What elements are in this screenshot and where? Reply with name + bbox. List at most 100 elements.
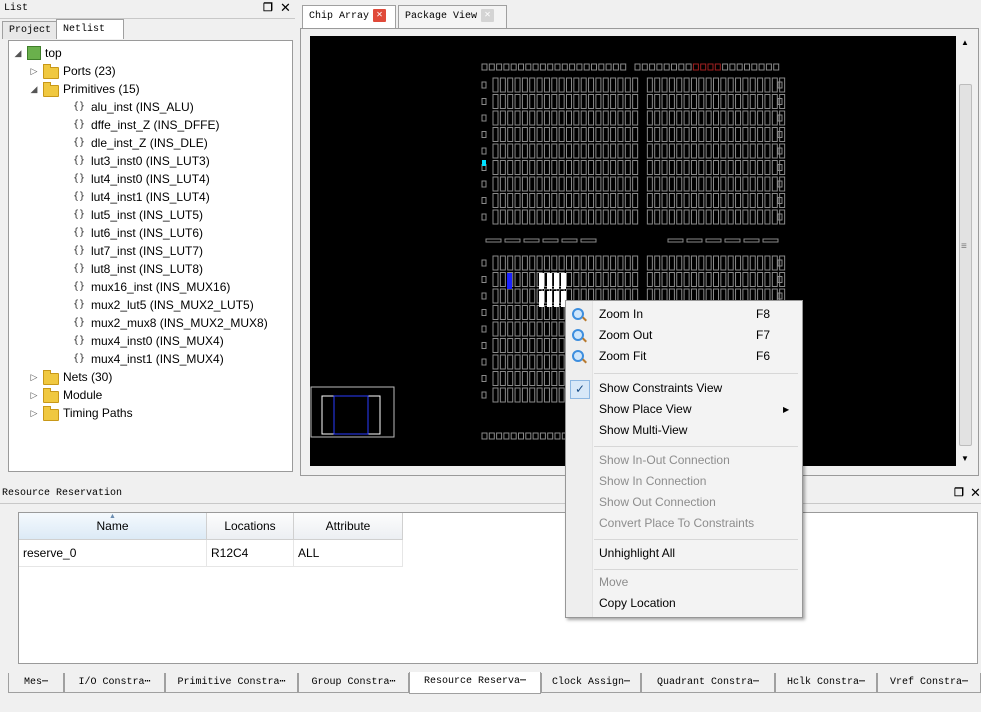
logic-cell[interactable] <box>507 387 514 403</box>
logic-cell[interactable] <box>543 255 550 271</box>
logic-cell[interactable] <box>551 110 558 126</box>
logic-cell[interactable] <box>566 77 572 93</box>
logic-cell[interactable] <box>507 77 514 93</box>
logic-cell[interactable] <box>683 94 690 109</box>
logic-cell[interactable] <box>698 209 705 225</box>
io-cell[interactable] <box>481 81 487 89</box>
logic-cell[interactable] <box>676 143 683 159</box>
overview-navigator[interactable] <box>310 386 395 438</box>
logic-cell[interactable] <box>602 160 609 175</box>
logic-cell[interactable] <box>529 354 536 370</box>
logic-cell[interactable] <box>588 127 595 142</box>
logic-cell[interactable] <box>573 94 580 109</box>
selected-cell[interactable] <box>539 273 544 289</box>
logic-cell[interactable] <box>661 209 668 225</box>
logic-cell[interactable] <box>499 371 506 386</box>
logic-cell[interactable] <box>705 272 712 287</box>
logic-cell[interactable] <box>661 94 668 109</box>
logic-cell[interactable] <box>749 193 756 208</box>
logic-cell[interactable] <box>529 255 536 271</box>
logic-cell[interactable] <box>764 110 771 126</box>
logic-cell[interactable] <box>617 77 624 93</box>
logic-cell[interactable] <box>668 272 675 287</box>
logic-cell[interactable] <box>551 77 558 93</box>
logic-cell[interactable] <box>543 94 550 109</box>
logic-cell[interactable] <box>617 193 624 208</box>
io-cell[interactable] <box>481 375 487 382</box>
logic-cell[interactable] <box>521 209 528 225</box>
io-cell[interactable] <box>612 63 619 71</box>
logic-cell[interactable] <box>654 209 661 225</box>
logic-cell[interactable] <box>668 193 675 208</box>
io-cell[interactable] <box>751 63 758 71</box>
logic-cell[interactable] <box>749 94 756 109</box>
logic-cell[interactable] <box>492 143 499 159</box>
logic-cell[interactable] <box>757 255 764 271</box>
bram-cell[interactable] <box>580 238 597 243</box>
logic-cell[interactable] <box>617 94 624 109</box>
expanded-caret-icon[interactable]: ◢ <box>29 80 39 98</box>
io-cell[interactable] <box>714 63 721 71</box>
logic-cell[interactable] <box>573 77 580 93</box>
logic-cell[interactable] <box>632 77 639 93</box>
io-cell[interactable] <box>663 63 670 71</box>
logic-cell[interactable] <box>610 209 617 225</box>
logic-cell[interactable] <box>742 272 749 287</box>
overview-viewport[interactable] <box>321 395 381 435</box>
logic-cell[interactable] <box>771 176 778 192</box>
logic-cell[interactable] <box>507 338 514 353</box>
logic-cell[interactable] <box>507 305 514 320</box>
logic-cell[interactable] <box>742 176 749 192</box>
collapsed-caret-icon[interactable]: ▷ <box>29 368 39 386</box>
logic-cell[interactable] <box>690 193 697 208</box>
logic-cell[interactable] <box>536 176 543 192</box>
logic-cell[interactable] <box>558 94 565 109</box>
logic-cell[interactable] <box>624 94 631 109</box>
logic-cell[interactable] <box>617 209 624 225</box>
logic-cell[interactable] <box>698 110 705 126</box>
tab-clock-assignment[interactable]: Clock Assign⋯ <box>541 673 641 693</box>
tab-netlist[interactable]: Netlist <box>56 19 124 39</box>
logic-cell[interactable] <box>757 193 764 208</box>
io-cell[interactable] <box>598 63 605 71</box>
logic-cell[interactable] <box>668 127 675 142</box>
logic-cell[interactable] <box>757 94 764 109</box>
logic-cell[interactable] <box>507 94 514 109</box>
io-cell[interactable] <box>656 63 663 71</box>
menu-item-zoom-out[interactable]: Zoom Out F7 <box>566 325 802 346</box>
logic-cell[interactable] <box>499 305 506 320</box>
logic-cell[interactable] <box>514 193 521 208</box>
logic-cell[interactable] <box>749 110 756 126</box>
logic-cell[interactable] <box>543 338 550 353</box>
logic-cell[interactable] <box>536 321 543 337</box>
logic-cell[interactable] <box>551 209 558 225</box>
logic-cell[interactable] <box>646 209 653 225</box>
menu-item-unhighlight-all[interactable]: Unhighlight All <box>566 543 802 564</box>
logic-cell[interactable] <box>529 209 536 225</box>
logic-cell[interactable] <box>521 143 528 159</box>
logic-cell[interactable] <box>536 160 543 175</box>
logic-cell[interactable] <box>529 288 536 304</box>
logic-cell[interactable] <box>727 110 734 126</box>
logic-cell[interactable] <box>536 255 543 271</box>
logic-cell[interactable] <box>507 209 514 225</box>
logic-cell[interactable] <box>558 160 565 175</box>
tab-group-constraints[interactable]: Group Constra⋯ <box>298 673 409 693</box>
logic-cell[interactable] <box>713 176 719 192</box>
io-cell[interactable] <box>488 432 495 440</box>
logic-cell[interactable] <box>492 127 499 142</box>
logic-cell[interactable] <box>536 209 543 225</box>
logic-cell[interactable] <box>507 255 514 271</box>
logic-cell[interactable] <box>499 127 506 142</box>
logic-cell[interactable] <box>683 160 690 175</box>
io-cell[interactable] <box>678 63 685 71</box>
logic-cell[interactable] <box>595 77 602 93</box>
io-cell[interactable] <box>736 63 743 71</box>
logic-cell[interactable] <box>514 255 521 271</box>
menu-item-convert-place-to-constraints[interactable]: Convert Place To Constraints <box>566 513 802 534</box>
logic-cell[interactable] <box>602 77 609 93</box>
logic-cell[interactable] <box>536 387 543 403</box>
logic-cell[interactable] <box>661 272 668 287</box>
logic-cell[interactable] <box>521 255 528 271</box>
logic-cell[interactable] <box>507 110 514 126</box>
